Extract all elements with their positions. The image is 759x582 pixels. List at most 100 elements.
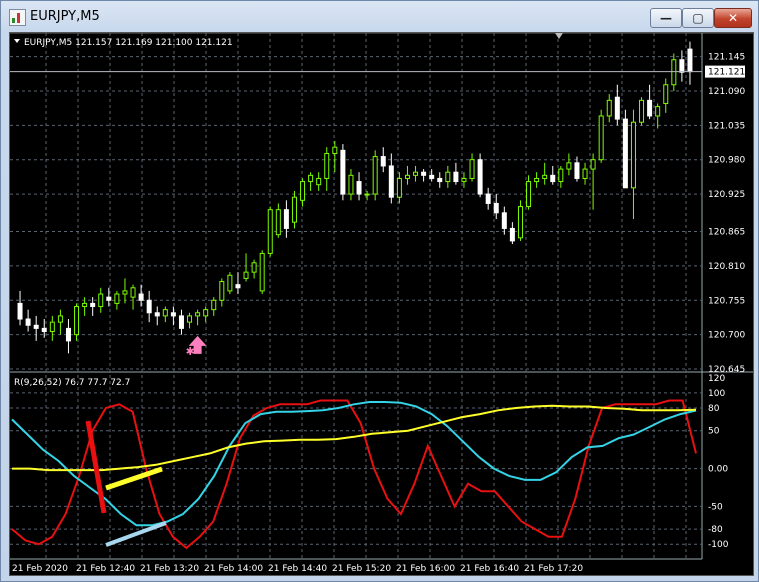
- price-tick-label: 120.810: [708, 262, 745, 272]
- candle-body: [453, 171, 459, 183]
- candle-body: [437, 177, 443, 183]
- rsi-tick-label: -100: [708, 540, 729, 550]
- candle-body: [98, 293, 104, 308]
- chart-svg[interactable]: ✱ 121.145 121.090 121.035 120.980 120.925 120…: [10, 33, 753, 575]
- chart-app-icon: [9, 9, 26, 26]
- candle-body: [639, 99, 645, 123]
- time-tick-label: 21 Feb 12:40: [76, 564, 135, 574]
- candle-body: [477, 159, 483, 195]
- price-tick-label: 120.865: [708, 228, 745, 238]
- candle-body: [316, 177, 322, 186]
- candle-body: [251, 262, 257, 273]
- candle-body: [526, 181, 532, 208]
- candle-body: [429, 174, 435, 179]
- candle-body: [235, 284, 241, 289]
- candle-body: [517, 206, 523, 239]
- candle-body: [630, 121, 636, 189]
- candle-body: [187, 315, 193, 323]
- title-bar[interactable]: EURJPY,M5 — ▢ ✕: [1, 1, 758, 33]
- rsi-tick-label: -50: [708, 502, 723, 512]
- candle-body: [203, 309, 209, 317]
- trendline-lightblue: [105, 521, 167, 547]
- candle-body: [291, 196, 297, 223]
- candle-body: [49, 321, 55, 333]
- candle-body: [106, 296, 112, 301]
- rsi-tick-label: 50: [708, 427, 720, 437]
- candle-body: [622, 118, 628, 189]
- chart-area[interactable]: ✱ 121.145 121.090 121.035 120.980 120.925 120…: [9, 32, 754, 576]
- candle-body: [82, 302, 88, 308]
- candle-body: [324, 152, 330, 179]
- price-tick-label: 120.980: [708, 156, 745, 166]
- candle-body: [687, 48, 693, 73]
- candle-body: [74, 306, 80, 336]
- rsi-tick-label: 120: [708, 374, 725, 384]
- candle-body: [606, 99, 612, 117]
- candle-body: [267, 209, 273, 254]
- candle-body: [130, 287, 136, 298]
- candle-body: [582, 168, 588, 179]
- window-title: EURJPY,M5: [30, 9, 100, 24]
- candle-body: [421, 171, 427, 176]
- candle-body: [122, 290, 128, 295]
- candle-body: [574, 162, 580, 179]
- candle-body: [413, 171, 419, 176]
- rsi-tick-label: 100: [708, 389, 725, 399]
- candle-body: [534, 177, 540, 183]
- time-tick-label: 21 Feb 14:40: [268, 564, 327, 574]
- candle-body: [211, 299, 217, 311]
- candle-body: [655, 106, 661, 117]
- candle-body: [33, 324, 39, 329]
- time-tick-label: 21 Feb 14:00: [204, 564, 263, 574]
- candle-body: [679, 59, 685, 73]
- price-tick-label: 121.145: [708, 53, 745, 63]
- candle-body: [590, 159, 596, 170]
- candle-body: [485, 193, 491, 204]
- time-tick-label: 21 Feb 16:40: [460, 564, 519, 574]
- candle-body: [671, 59, 677, 86]
- candle-body: [501, 212, 507, 229]
- candle-body: [41, 327, 47, 333]
- candle-body: [404, 174, 410, 179]
- candle-body: [598, 115, 604, 161]
- candle-body: [348, 174, 354, 195]
- candle-body: [647, 99, 653, 117]
- trendline-red: [85, 420, 107, 514]
- indicator-lines: [11, 399, 697, 550]
- candle-body: [146, 299, 152, 314]
- chart-shift-marker-icon: [555, 33, 563, 39]
- candle-body: [445, 171, 451, 183]
- price-tick-label: 120.700: [708, 331, 745, 341]
- symbol-info-label: EURJPY,M5 121.157 121.169 121.100 121.12…: [24, 38, 233, 48]
- candle-body: [25, 318, 31, 326]
- price-tick-label: 120.755: [708, 296, 745, 306]
- maximize-button[interactable]: ▢: [682, 8, 714, 28]
- candle-body: [396, 177, 402, 198]
- price-tick-label: 121.090: [708, 87, 745, 97]
- candle-body: [219, 281, 225, 301]
- price-tick-label: 120.925: [708, 190, 745, 200]
- candle-body: [461, 177, 467, 183]
- candle-body: [300, 181, 306, 201]
- candle-body: [332, 146, 338, 154]
- candle-body: [663, 84, 669, 104]
- candle-body: [566, 162, 572, 170]
- minimize-button[interactable]: —: [650, 8, 682, 28]
- candle-body: [380, 156, 386, 167]
- candle-body: [558, 168, 564, 183]
- candle-body: [283, 209, 289, 229]
- rsi-fast-line: [11, 399, 697, 550]
- annotations: ✱: [10, 71, 702, 547]
- candle-body: [227, 274, 233, 292]
- current-price-label: 121.121: [708, 68, 745, 78]
- close-button[interactable]: ✕: [714, 8, 752, 28]
- maximize-icon: ▢: [692, 11, 704, 25]
- axis-labels: 121.145 121.090 121.035 120.980 120.925 120.8…: [12, 33, 745, 574]
- candle-body: [170, 312, 176, 317]
- time-tick-label: 21 Feb 16:00: [396, 564, 455, 574]
- time-tick-label: 21 Feb 13:20: [140, 564, 199, 574]
- candle-body: [90, 302, 96, 308]
- candle-body: [17, 302, 23, 320]
- candle-body: [356, 181, 362, 195]
- candle-body: [364, 193, 370, 196]
